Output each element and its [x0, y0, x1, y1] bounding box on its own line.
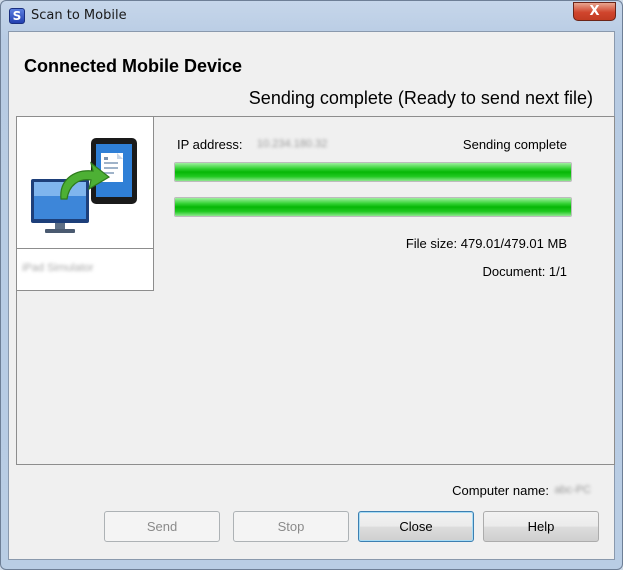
computer-to-tablet-icon	[17, 117, 153, 249]
dialog-body: Connected Mobile Device Sending complete…	[8, 31, 615, 560]
send-button[interactable]: Send	[104, 511, 220, 542]
close-button[interactable]: Close	[358, 511, 474, 542]
stop-button[interactable]: Stop	[233, 511, 349, 542]
page-title: Connected Mobile Device	[24, 56, 243, 76]
document-count-text: Document: 1/1	[482, 264, 567, 279]
ip-address-label: IP address:	[177, 137, 243, 152]
device-name: iPad Simulator	[22, 262, 94, 274]
title-bar[interactable]: S Scan to Mobile X	[1, 1, 622, 31]
device-card: iPad Simulator	[17, 117, 154, 291]
help-button[interactable]: Help	[483, 511, 599, 542]
file-size-text: File size: 479.01/479.01 MB	[405, 236, 567, 251]
window-close-button[interactable]: X	[573, 2, 616, 21]
app-icon[interactable]: S	[9, 8, 25, 24]
computer-name-label: Computer name:	[452, 483, 549, 498]
file-progress-bar	[174, 162, 572, 182]
total-progress-bar	[174, 197, 572, 217]
window-title: Scan to Mobile	[31, 8, 127, 23]
scan-to-mobile-window: S Scan to Mobile X Connected Mobile Devi…	[0, 0, 623, 570]
sending-status: Sending complete	[462, 137, 567, 152]
total-progress-fill	[175, 198, 571, 216]
file-progress-fill	[175, 163, 571, 181]
device-panel: iPad Simulator IP address: 10.234.180.32…	[16, 116, 615, 465]
ip-address-value: 10.234.180.32	[257, 138, 328, 150]
status-message: Sending complete (Ready to send next fil…	[248, 88, 593, 108]
computer-name-value: abc-PC	[554, 484, 591, 496]
